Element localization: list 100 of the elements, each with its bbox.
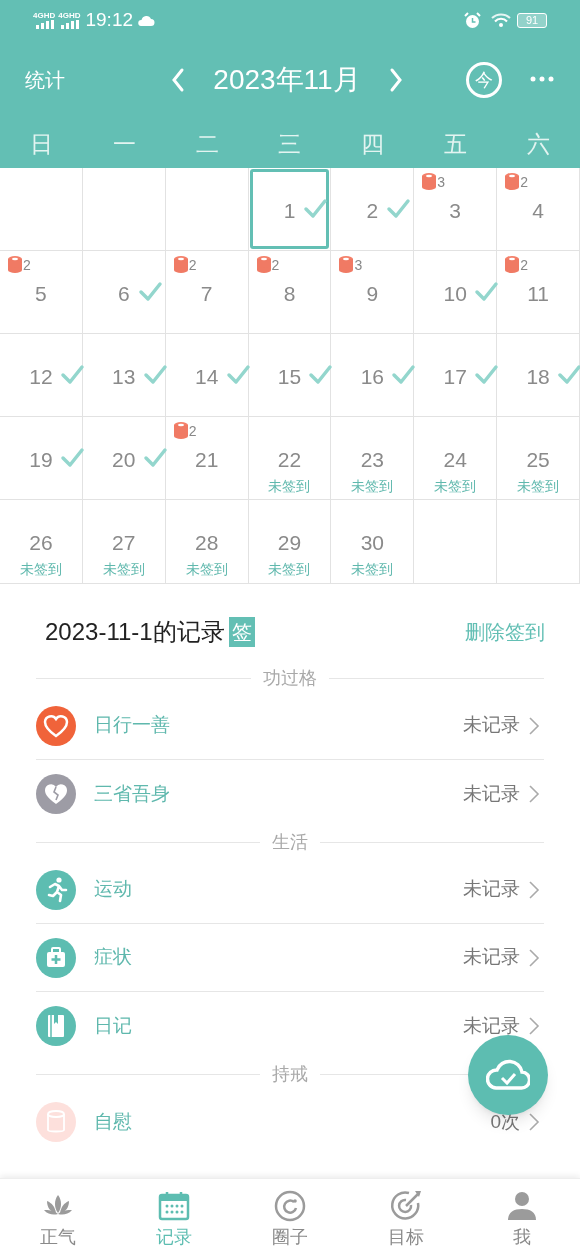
calendar-day[interactable]: 13 xyxy=(82,334,166,417)
network-label: 4GHD xyxy=(58,11,81,20)
person-icon xyxy=(505,1189,539,1223)
chevron-right-icon xyxy=(528,1016,540,1036)
calendar-day[interactable]: 5 2 xyxy=(0,251,83,334)
weekday-label: 三 xyxy=(278,130,302,159)
record-row[interactable]: 运动 未记录 xyxy=(36,856,544,924)
calendar-day[interactable]: 23 未签到 xyxy=(331,417,415,500)
network-label: 4GHD xyxy=(33,11,56,20)
day-number: 17 xyxy=(443,364,467,390)
section-label: 持戒 xyxy=(272,1063,308,1086)
day-number: 20 xyxy=(112,447,136,473)
day-number: 29 xyxy=(277,530,302,556)
day-number: 18 xyxy=(526,364,550,390)
day-number: 5 xyxy=(35,281,47,307)
check-icon xyxy=(137,281,163,302)
calendar-day[interactable]: 10 xyxy=(414,251,498,334)
more-button[interactable] xyxy=(530,76,554,82)
calendar-day[interactable]: 20 xyxy=(82,417,166,500)
calendar-day[interactable]: 28 未签到 xyxy=(165,500,249,583)
calendar-day[interactable]: 3 3 xyxy=(414,168,498,251)
day-number: 12 xyxy=(29,364,53,390)
unsigned-note: 未签到 xyxy=(434,477,477,495)
count-label: 2 xyxy=(23,257,31,273)
previous-month-button[interactable] xyxy=(170,67,186,93)
day-number: 14 xyxy=(194,364,219,390)
next-month-button[interactable] xyxy=(388,67,404,93)
check-icon xyxy=(59,447,85,468)
tab-item[interactable]: 正气 xyxy=(0,1179,116,1257)
check-icon xyxy=(303,198,329,219)
calendar-day[interactable]: 7 2 xyxy=(165,251,249,334)
calendar-day[interactable]: 1 xyxy=(248,168,332,251)
delete-checkin-link[interactable]: 删除签到 xyxy=(465,616,545,647)
calendar-day[interactable]: 29 未签到 xyxy=(248,500,332,583)
tab-item[interactable]: 我 xyxy=(464,1179,580,1257)
roll-icon xyxy=(421,172,438,190)
calendar-day[interactable]: 6 xyxy=(82,251,166,334)
calendar-day[interactable]: 16 xyxy=(331,334,415,417)
calendar-icon xyxy=(157,1189,191,1223)
calendar-day[interactable]: 4 2 xyxy=(497,168,580,251)
calendar-day[interactable]: 18 xyxy=(497,334,580,417)
unsigned-note: 未签到 xyxy=(268,477,311,495)
day-number: 16 xyxy=(360,364,385,390)
alarm-icon xyxy=(464,11,481,29)
record-row[interactable]: 症状 未记录 xyxy=(36,924,544,992)
unsigned-note: 未签到 xyxy=(517,477,560,495)
day-number: 22 xyxy=(277,447,302,473)
tab-item[interactable]: 记录 xyxy=(116,1179,232,1257)
day-number: 8 xyxy=(283,281,296,307)
record-value: 未记录 xyxy=(463,781,520,806)
calendar-day[interactable]: 11 2 xyxy=(497,251,580,334)
record-row[interactable]: 三省吾身 未记录 xyxy=(36,760,544,828)
chevron-right-icon xyxy=(528,715,540,736)
calendar-day[interactable]: 17 xyxy=(414,334,498,417)
record-row[interactable]: 日行一善 未记录 xyxy=(36,692,544,760)
count-label: 2 xyxy=(188,257,197,273)
day-number: 30 xyxy=(360,530,385,556)
check-icon xyxy=(142,447,168,468)
chevron-right-icon xyxy=(528,784,540,804)
day-number: 10 xyxy=(443,281,467,307)
cloud-check-icon xyxy=(486,1058,530,1092)
unsigned-note: 未签到 xyxy=(185,560,228,578)
roll-icon xyxy=(504,172,521,190)
tab-item[interactable]: 目标 xyxy=(348,1179,464,1257)
calendar-day[interactable]: 30 未签到 xyxy=(331,500,415,583)
record-value: 0次 xyxy=(490,1109,520,1134)
calendar-day[interactable]: 21 2 xyxy=(165,417,249,500)
calendar-day[interactable]: 14 xyxy=(165,334,249,417)
calendar-day[interactable]: 9 3 xyxy=(331,251,415,334)
stats-button[interactable]: 统计 xyxy=(25,66,65,94)
day-number: 23 xyxy=(360,447,385,473)
day-number: 1 xyxy=(283,198,296,224)
ring-icon xyxy=(273,1189,307,1223)
weekday-label: 四 xyxy=(361,130,385,159)
calendar-day[interactable]: 24 未签到 xyxy=(414,417,498,500)
calendar-day[interactable]: 19 xyxy=(0,417,83,500)
calendar-day[interactable]: 26 未签到 xyxy=(0,500,83,583)
calendar-day[interactable]: 8 2 xyxy=(248,251,332,334)
weekday-label: 二 xyxy=(195,130,219,159)
count-label: 2 xyxy=(271,257,280,273)
calendar-day[interactable]: 22 未签到 xyxy=(248,417,332,500)
section-label: 功过格 xyxy=(263,667,317,690)
record-name: 症状 xyxy=(94,945,132,970)
calendar-day[interactable]: 12 xyxy=(0,334,83,417)
calendar-day[interactable]: 27 未签到 xyxy=(82,500,166,583)
calendar-day[interactable]: 15 xyxy=(248,334,332,417)
day-number: 3 xyxy=(449,198,462,224)
tab-item[interactable]: 圈子 xyxy=(232,1179,348,1257)
day-number: 25 xyxy=(526,447,550,473)
check-icon xyxy=(308,364,334,385)
roll-icon xyxy=(172,255,189,273)
chevron-right-icon xyxy=(528,947,540,968)
chevron-right-icon xyxy=(528,1112,540,1132)
record-name: 运动 xyxy=(94,877,132,902)
day-number: 26 xyxy=(29,530,53,556)
calendar-day[interactable]: 2 xyxy=(331,168,415,251)
section-label: 生活 xyxy=(272,831,308,854)
check-icon xyxy=(474,364,500,385)
calendar-day[interactable]: 25 未签到 xyxy=(497,417,580,500)
today-button[interactable]: 今 xyxy=(466,62,502,98)
